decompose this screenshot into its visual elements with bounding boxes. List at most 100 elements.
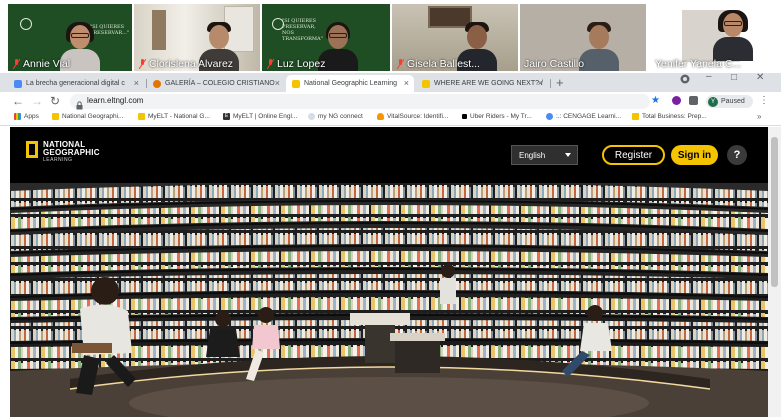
bookmark-item[interactable]: E MyELT | Online Engl... <box>223 113 297 120</box>
bookmark-favicon-icon <box>546 113 553 120</box>
bookmark-item[interactable]: MyELT - National G... <box>138 113 210 120</box>
participant-name: Luz Lopez <box>277 57 326 70</box>
tab-close-icon[interactable]: × <box>404 78 409 88</box>
browser-tab[interactable]: GALERÍA – COLEGIO CRISTIANO × <box>147 75 285 92</box>
browser-tab[interactable]: La brecha generacional digital c × <box>8 75 144 92</box>
apps-grid-icon <box>14 113 21 120</box>
tab-close-icon[interactable]: × <box>134 78 139 88</box>
participant-tile[interactable]: "SI QUIERES PRESERVAR..." Annie Vial <box>8 4 132 71</box>
participant-name-bar: Clorislena Alvarez <box>134 57 233 70</box>
forward-arrow-icon[interactable]: → <box>31 94 43 108</box>
bookmark-label: National Geographi... <box>62 113 124 120</box>
extension-icon[interactable] <box>672 96 681 105</box>
ng-learning-logo[interactable]: NATIONAL GEOGRAPHIC LEARNING <box>26 141 100 164</box>
help-button[interactable]: ? <box>727 145 747 165</box>
participant-name: Annie Vial <box>23 57 71 70</box>
tab-favicon-icon <box>14 79 22 88</box>
mic-muted-icon <box>139 58 146 69</box>
back-arrow-icon[interactable]: ← <box>12 94 24 108</box>
browser-tab-bar: La brecha generacional digital c × GALER… <box>0 73 781 92</box>
participant-tile[interactable]: "SI QUIERES PRESERVAR, NOS TRANSFORMA" Luz… <box>262 4 390 71</box>
tab-favicon-icon <box>153 79 161 88</box>
tab-close-icon[interactable]: × <box>538 78 543 88</box>
hero-library-image <box>10 183 768 417</box>
new-tab-button[interactable]: + <box>556 75 564 90</box>
tab-favicon-icon <box>422 79 430 88</box>
mic-muted-icon <box>397 58 404 69</box>
tab-close-icon[interactable]: × <box>275 78 280 88</box>
bookmark-item[interactable]: :.: CENGAGE Learni... <box>546 113 621 120</box>
sign-in-button[interactable]: Sign in <box>671 145 718 165</box>
bookmarks-bar: Apps National Geographi... MyELT - Natio… <box>0 111 781 126</box>
participant-name-bar: Jairo Castillo <box>520 57 584 70</box>
url-text: learn.eltngl.com <box>87 96 144 105</box>
browser-tab[interactable]: WHERE ARE WE GOING NEXT? / × <box>416 75 548 92</box>
bookmark-label: my NG connect <box>318 113 363 120</box>
bookmark-item[interactable]: my NG connect <box>308 113 363 120</box>
bookmark-apps[interactable]: Apps <box>14 113 39 120</box>
participant-name: Gisela Ballest... <box>407 57 480 70</box>
participant-name-bar: Gisela Ballest... <box>392 57 480 70</box>
tab-title: La brecha generacional digital c <box>26 80 125 87</box>
yellow-border-logo-icon <box>26 141 38 158</box>
scrollbar-thumb[interactable] <box>771 137 778 287</box>
avatar: Y <box>708 96 718 107</box>
logo-line: LEARNING <box>43 157 73 163</box>
bookmark-item[interactable]: VitalSource: Identifi... <box>377 113 448 120</box>
mic-muted-icon <box>13 58 20 69</box>
bookmarks-overflow-icon[interactable]: » <box>757 112 761 121</box>
participant-name: Jairo Castillo <box>524 57 585 70</box>
participant-name: Clorislena Alvarez <box>149 57 234 70</box>
sync-status: Paused <box>721 98 745 105</box>
bookmark-label: Total Business: Prep... <box>642 113 707 120</box>
bookmark-favicon-icon: E <box>223 113 230 120</box>
bookmark-favicon-icon <box>462 114 467 119</box>
close-window-icon[interactable]: ✕ <box>756 72 764 83</box>
address-bar[interactable]: learn.eltngl.com <box>70 94 650 110</box>
media-control-icon[interactable] <box>680 74 690 87</box>
participant-name-bar: Annie Vial <box>8 57 70 70</box>
tab-favicon-icon <box>292 79 300 88</box>
browser-menu-icon[interactable]: ⋮ <box>759 95 769 106</box>
chevron-down-icon <box>565 153 571 157</box>
site-page: NATIONAL GEOGRAPHIC LEARNING English Reg… <box>10 127 768 417</box>
browser-toolbar: ← → ↻ learn.eltngl.com <box>0 92 781 111</box>
bookmark-label: MyELT | Online Engl... <box>233 113 298 120</box>
bookmark-item[interactable]: Uber Riders - My Tr... <box>462 113 532 120</box>
mic-muted-icon <box>267 58 274 69</box>
bookmark-label: MyELT - National G... <box>148 113 210 120</box>
bookmark-star-icon[interactable]: ★ <box>651 95 660 106</box>
participant-name-bar: Yenifer Yanela C... <box>650 57 741 70</box>
participant-name: Yenifer Yanela C... <box>655 57 742 70</box>
bookmark-item[interactable]: National Geographi... <box>52 113 123 120</box>
bookmark-favicon-icon <box>138 113 145 120</box>
tab-title: GALERÍA – COLEGIO CRISTIANO <box>165 80 275 87</box>
tab-title: WHERE ARE WE GOING NEXT? / <box>434 80 543 87</box>
browser-tab-active[interactable]: National Geographic Learning × <box>286 75 414 92</box>
language-value: English <box>519 150 546 160</box>
bookmark-favicon-icon <box>52 113 59 120</box>
participant-tile[interactable]: Yenifer Yanela C... <box>648 4 781 71</box>
register-button[interactable]: Register <box>602 145 665 165</box>
language-select[interactable]: English <box>511 145 578 165</box>
logo-line: GEOGRAPHIC <box>43 148 100 157</box>
bookmark-favicon-icon <box>632 113 639 120</box>
participant-tile-active-speaker[interactable]: Clorislena Alvarez <box>134 4 260 71</box>
bookmark-label: VitalSource: Identifi... <box>387 113 449 120</box>
bookmark-item[interactable]: Total Business: Prep... <box>632 113 707 120</box>
video-participants-strip: "SI QUIERES PRESERVAR..." Annie Vial Clor… <box>0 0 781 73</box>
profile-paused-button[interactable]: Y Paused <box>706 95 753 108</box>
reload-icon[interactable]: ↻ <box>50 94 60 108</box>
extensions-puzzle-icon[interactable] <box>689 96 698 105</box>
participant-name-bar: Luz Lopez <box>262 57 325 70</box>
bookmark-label: Uber Riders - My Tr... <box>470 113 532 120</box>
bookmark-label: Apps <box>24 113 39 120</box>
minimize-icon[interactable]: – <box>706 71 712 82</box>
page-scrollbar[interactable] <box>768 127 781 417</box>
bookmark-favicon-icon <box>308 113 315 120</box>
tab-title: National Geographic Learning <box>304 80 398 87</box>
bookmark-favicon-icon <box>377 113 384 120</box>
participant-tile[interactable]: Jairo Castillo <box>520 4 646 71</box>
participant-tile[interactable]: Gisela Ballest... <box>392 4 518 71</box>
maximize-icon[interactable]: □ <box>731 72 737 83</box>
